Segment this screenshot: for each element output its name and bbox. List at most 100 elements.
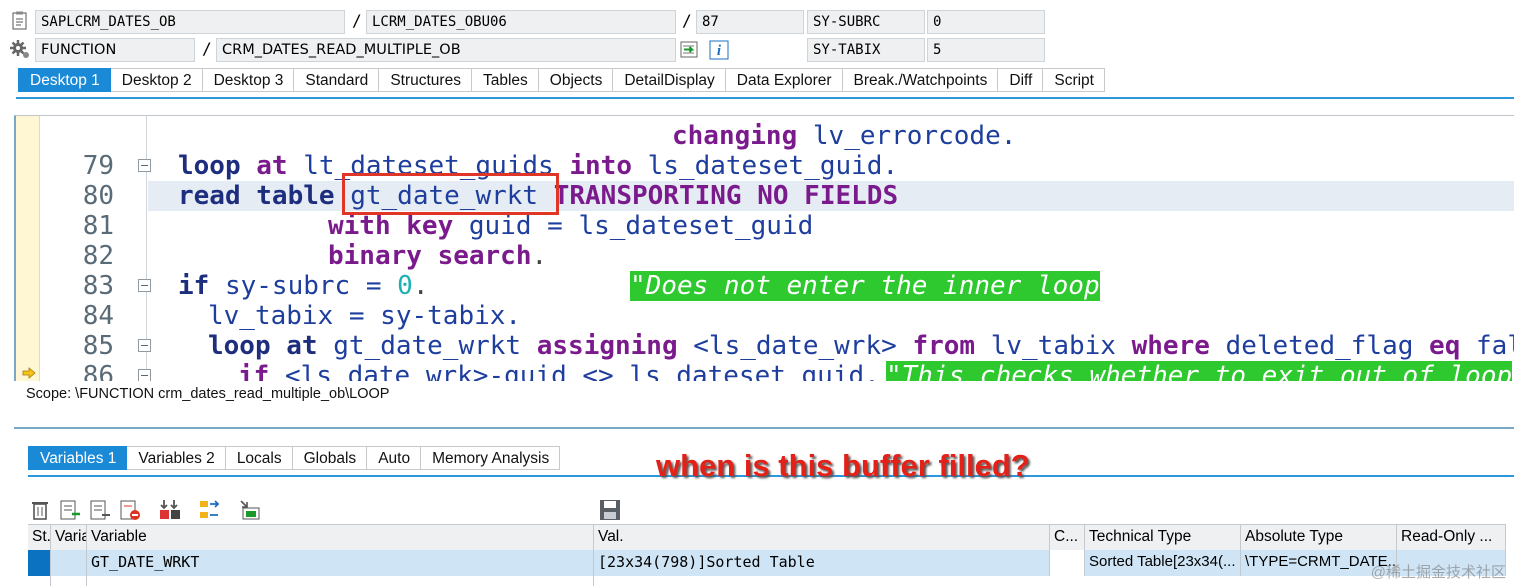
tab-desktop-2[interactable]: Desktop 2: [110, 68, 203, 92]
compare-icon[interactable]: [198, 498, 222, 522]
tab-desktop-3[interactable]: Desktop 3: [202, 68, 295, 92]
tab-objects[interactable]: Objects: [538, 68, 614, 92]
keyword: loop at: [208, 331, 318, 361]
sysvar-name-field-2[interactable]: SY-TABIX: [807, 38, 925, 62]
tab-variables-2[interactable]: Variables 2: [127, 446, 226, 470]
export-icon[interactable]: [238, 498, 262, 522]
technical-type-cell: Sorted Table[23x34(...: [1085, 550, 1241, 576]
column-header-read-only[interactable]: Read-Only ...: [1397, 524, 1506, 550]
variable-cell: [87, 576, 594, 586]
column-header-technical-type[interactable]: Technical Type: [1085, 524, 1241, 550]
code-text: lv_tabix = sy-tabix.: [208, 301, 522, 331]
separator: /: [352, 11, 362, 30]
code-text: lv_errorcode.: [797, 121, 1017, 151]
tab-script[interactable]: Script: [1043, 68, 1105, 92]
code-line-82: 82 with key guid = ls_dateset_guid: [40, 211, 1514, 271]
row-selector[interactable]: [28, 550, 51, 576]
fold-toggle-icon[interactable]: [138, 339, 151, 352]
tab-auto[interactable]: Auto: [367, 446, 422, 470]
code-line-81: 81 read table gt_date_wrkt TRANSPORTING …: [40, 181, 1514, 241]
keyword: read: [178, 181, 241, 211]
save-icon[interactable]: [598, 498, 622, 522]
code-text: .: [412, 271, 429, 301]
code-text: changing lv_errorcode.: [672, 121, 1514, 151]
code-text: fals: [1476, 331, 1514, 361]
tab-tables[interactable]: Tables: [471, 68, 539, 92]
tab-globals[interactable]: Globals: [292, 446, 368, 470]
code-text: .: [531, 241, 548, 271]
annotation-text: when is this buffer filled?: [656, 448, 1030, 483]
insert-row-icon[interactable]: [58, 498, 82, 522]
code-line-80: 80 loop at lt_dateset_guids into ls_date…: [40, 151, 1514, 211]
program-field[interactable]: SAPLCRM_DATES_OB: [35, 10, 345, 34]
code-text: gt_date_wrkt: [317, 331, 537, 361]
tab-desktop-1[interactable]: Desktop 1: [18, 68, 111, 92]
keyword: eq: [1429, 331, 1461, 361]
code-text: ls_dateset_guid.: [631, 151, 899, 181]
status-cell: [51, 576, 87, 586]
delete-icon[interactable]: [28, 498, 52, 522]
code-text: with key guid = ls_dateset_guid: [328, 211, 1514, 241]
fold-toggle-icon[interactable]: [138, 369, 151, 381]
code-text: <ls_date_wrk>-guid <> ls_dateset_guid.: [269, 361, 880, 381]
tab-breakpoints[interactable]: Break./Watchpoints: [842, 68, 999, 92]
tab-standard[interactable]: Standard: [294, 68, 380, 92]
keyword: into: [569, 151, 632, 181]
value-cell[interactable]: [23x34(798)]Sorted Table: [594, 550, 1050, 576]
fold-toggle-icon[interactable]: [138, 159, 151, 172]
append-row-icon[interactable]: [88, 498, 112, 522]
sysvar-value-field[interactable]: 0: [927, 10, 1045, 34]
event-type-field[interactable]: FUNCTION: [35, 38, 195, 62]
tab-detail-display[interactable]: DetailDisplay: [613, 68, 726, 92]
sysvar-name-field[interactable]: SY-SUBRC: [807, 10, 925, 34]
tab-diff[interactable]: Diff: [998, 68, 1044, 92]
breakpoint-gutter[interactable]: [16, 116, 40, 381]
event-name-field[interactable]: CRM_DATES_READ_MULTIPLE_OB: [216, 38, 676, 62]
info-icon[interactable]: i: [708, 39, 730, 61]
current-line-arrow-icon: [22, 367, 36, 379]
column-header-variable[interactable]: Variable: [51, 524, 87, 550]
code-line-79: 79 changing lv_errorcode.: [40, 121, 1514, 181]
comment: "This checks whether to exit out of loop: [886, 361, 1514, 381]
keyword: at: [256, 151, 288, 181]
table-row[interactable]: GT_DATE_WRKT [23x34(798)]Sorted Table So…: [28, 550, 1506, 576]
tab-memory-analysis[interactable]: Memory Analysis: [421, 446, 561, 470]
tab-structures[interactable]: Structures: [379, 68, 472, 92]
column-header-value[interactable]: Val.: [594, 524, 1050, 550]
keyword: from: [912, 331, 976, 361]
code-text: guid = ls_dateset_guid: [453, 211, 814, 241]
remove-row-icon[interactable]: [118, 498, 142, 522]
code-text: lv_tabix = sy-tabix.: [208, 301, 1514, 331]
source-code-editor[interactable]: 79 changing lv_errorcode. 80 loop at lt_…: [14, 115, 1514, 381]
number-literal: 0: [397, 271, 413, 301]
watermark: @稀土掘金技术社区: [1370, 564, 1506, 581]
keyword: if: [178, 271, 210, 301]
keyword: TRANSPORTING NO FIELDS: [553, 181, 899, 211]
code-text: deleted_flag: [1209, 331, 1430, 361]
code-text: sy-subrc =: [209, 271, 398, 301]
navigate-icon[interactable]: [679, 39, 701, 61]
tab-locals[interactable]: Locals: [225, 446, 293, 470]
variable-cell[interactable]: GT_DATE_WRKT: [87, 550, 594, 576]
highlight-box: [342, 173, 559, 215]
line-number-field[interactable]: 87: [696, 10, 804, 34]
code-line-83: 83 binary search.: [40, 241, 1514, 301]
tab-variables-1[interactable]: Variables 1: [28, 446, 128, 470]
separator: /: [202, 39, 212, 58]
sysvar-value-field-2[interactable]: 5: [927, 38, 1045, 62]
fold-toggle-icon[interactable]: [138, 279, 151, 292]
column-header-variable[interactable]: Variable: [87, 524, 594, 550]
panel-divider[interactable]: [14, 427, 1514, 429]
column-header-status[interactable]: St...: [28, 524, 51, 550]
code-text: loop at gt_date_wrkt assigning <ls_date_…: [208, 331, 1514, 361]
code-line-84: 84 if sy-subrc = 0. "Does not enter the …: [40, 271, 1514, 331]
column-header-change[interactable]: C...: [1050, 524, 1085, 550]
column-header-absolute-type[interactable]: Absolute Type: [1241, 524, 1397, 550]
scope-label: Scope: \FUNCTION crm_dates_read_multiple…: [26, 386, 390, 402]
gear-icon: [9, 38, 31, 60]
keyword: table: [256, 181, 335, 211]
keyword: where: [1131, 331, 1210, 361]
include-field[interactable]: LCRM_DATES_OBU06: [366, 10, 676, 34]
move-icon[interactable]: [158, 498, 182, 522]
tab-data-explorer[interactable]: Data Explorer: [725, 68, 843, 92]
